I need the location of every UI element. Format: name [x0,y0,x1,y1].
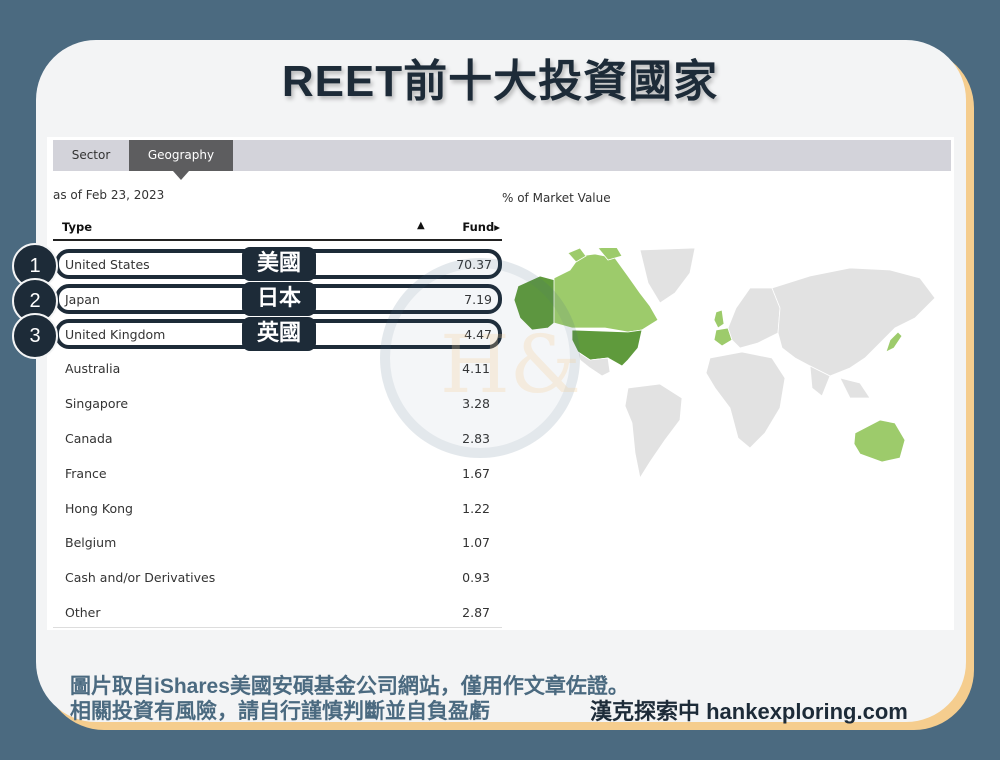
tab-bar: Sector Geography [53,140,951,180]
row-country: Hong Kong [65,500,133,516]
footer-risk-note: 相關投資有風險，請自行謹慎判斷並自負盈虧 [70,700,490,723]
table-header: Type ▲ Fund▸ [53,217,502,241]
table-row[interactable]: Belgium 1.07 [53,527,502,561]
row-fund-value: 1.22 [462,500,490,516]
column-fund[interactable]: Fund▸ [462,220,500,234]
rank-badge: 3 [12,312,58,359]
map-region-africa [705,351,786,449]
row-country: Singapore [65,396,129,412]
tab-geography[interactable]: Geography [129,140,233,180]
row-country: Cash and/or Derivatives [65,570,216,586]
as-of-date: as of Feb 23, 2023 [53,188,165,202]
row-country: United States [65,257,150,272]
map-label: % of Market Value [502,191,611,205]
page-title: REET前十大投資國家 [281,57,719,106]
map-region-uk [713,309,725,329]
watermark-text: H& [440,318,581,411]
row-fund-value: 1.67 [462,465,490,481]
row-country: Other [65,605,101,620]
column-type[interactable]: Type [62,220,92,234]
row-country: Belgium [65,535,117,551]
row-fund-value: 2.87 [462,605,490,620]
row-country: Australia [65,361,121,377]
sort-asc-icon[interactable]: ▲ [417,220,425,231]
table-row[interactable]: France 1.67 [53,458,502,492]
brand-label: 漢克探索中 hankexploring.com [590,699,908,724]
watermark-logo: H& [380,258,581,458]
map-region-greenland [639,248,696,304]
map-region-europe [727,287,781,349]
table-row[interactable]: Other 2.87 [53,597,502,631]
row-country: Canada [65,431,113,446]
row-country: United Kingdom [65,326,166,342]
map-region-australia [853,419,906,463]
row-country: France [65,465,107,481]
row-fund-value: 1.07 [462,535,490,551]
map-region-asia [771,267,936,377]
table-bottom-border [53,627,502,628]
table-row[interactable]: Cash and/or Derivatives 0.93 [53,562,502,596]
row-fund-value: 0.93 [462,570,490,586]
table-row[interactable]: Hong Kong 1.22 [53,493,502,527]
country-chinese-tag: 美國 [242,247,316,281]
country-chinese-tag: 英國 [242,316,316,351]
tab-sector[interactable]: Sector [53,140,129,171]
row-country: Japan [65,291,100,307]
map-region-south-america [624,383,683,480]
country-chinese-tag: 日本 [242,281,316,316]
